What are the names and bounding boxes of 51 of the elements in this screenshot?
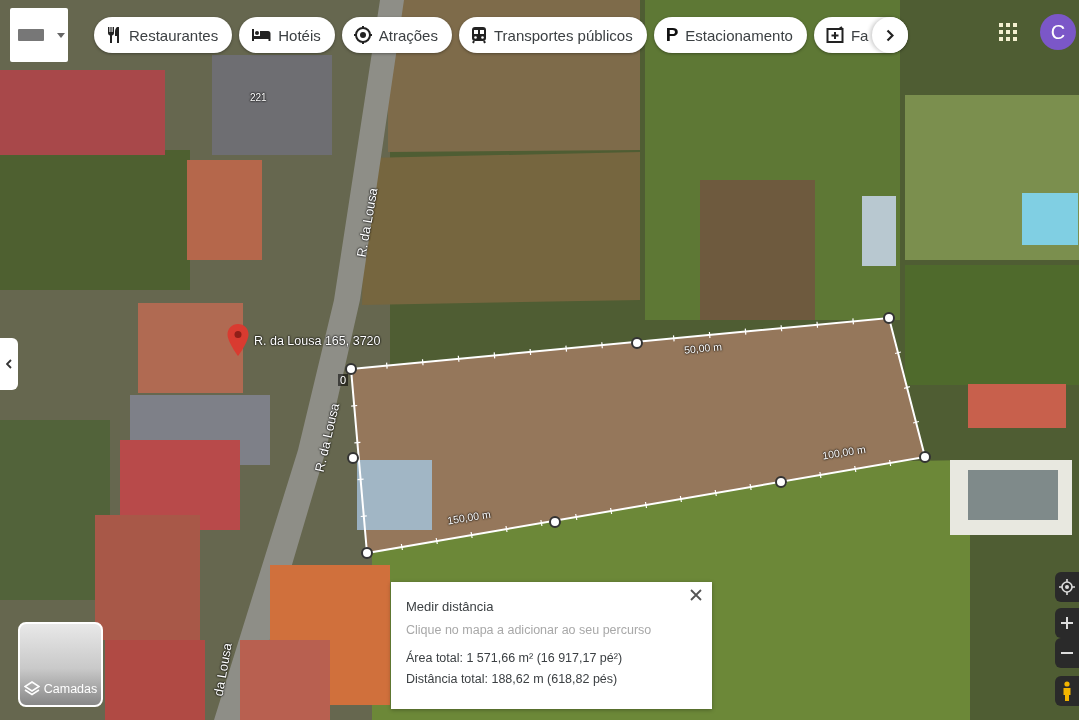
grid-icon [999, 23, 1017, 41]
distance-label: 0 [338, 374, 349, 386]
instruction-text: Clique no mapa a adicionar ao seu percurso [406, 623, 653, 637]
category-chip[interactable]: Hotéis [239, 17, 335, 53]
vertex-handle[interactable] [775, 476, 787, 488]
collapse-panel-button[interactable] [0, 338, 18, 390]
medical-cross-icon [825, 26, 844, 44]
vertex-handle[interactable] [631, 337, 643, 349]
zoom-out-button[interactable] [1055, 638, 1079, 668]
layers-icon [23, 681, 40, 697]
house-number: 221 [250, 92, 267, 103]
train-icon [470, 26, 487, 44]
street-label: da Lousa [210, 641, 235, 698]
vertex-handle[interactable] [883, 312, 895, 324]
vertex-handle[interactable] [345, 363, 357, 375]
map-thumbnail-icon [18, 29, 44, 41]
panel-title: Medir distância [406, 599, 495, 614]
category-chip[interactable]: P Estacionamento [653, 17, 807, 53]
chevron-right-icon [886, 28, 895, 42]
parking-icon: P [665, 24, 679, 46]
distance-label: 50,00 m [683, 340, 723, 356]
street-label: R. da Lousa [353, 186, 381, 259]
pegman-icon [1062, 681, 1072, 701]
bed-icon [251, 28, 272, 42]
vertex-handle[interactable] [361, 547, 373, 559]
close-icon [690, 589, 702, 601]
caret-icon [57, 32, 65, 38]
vertex-handle[interactable] [549, 516, 561, 528]
map-type-button[interactable] [10, 8, 68, 62]
minus-icon [1061, 652, 1073, 654]
chevron-left-icon [6, 359, 12, 369]
street-view-button[interactable] [1055, 676, 1079, 706]
total-area-text: Área total: 1 571,66 m² (16 917,17 pé²) [406, 651, 624, 665]
category-chip[interactable]: Transportes públicos [458, 17, 647, 53]
vertex-handle[interactable] [919, 451, 931, 463]
vertex-handle[interactable] [347, 452, 359, 464]
my-location-button[interactable] [1055, 572, 1079, 602]
landmark-icon [353, 26, 372, 44]
apps-button[interactable] [996, 20, 1020, 44]
zoom-in-button[interactable] [1055, 608, 1079, 638]
location-pin-icon [226, 323, 250, 357]
total-distance-text: Distância total: 188,62 m (618,82 pés) [406, 672, 619, 686]
crosshair-icon [1059, 579, 1075, 595]
fork-knife-icon [106, 26, 122, 44]
place-label: R. da Lousa 165, 3720 [254, 334, 381, 348]
plus-icon [1061, 617, 1073, 629]
category-chip[interactable]: Restaurantes [94, 17, 233, 53]
distance-label: 100,00 m [821, 442, 867, 462]
category-chip[interactable]: Atrações [341, 17, 452, 53]
distance-label: 150,00 m [446, 507, 492, 527]
street-label: R. da Lousa [311, 401, 343, 474]
